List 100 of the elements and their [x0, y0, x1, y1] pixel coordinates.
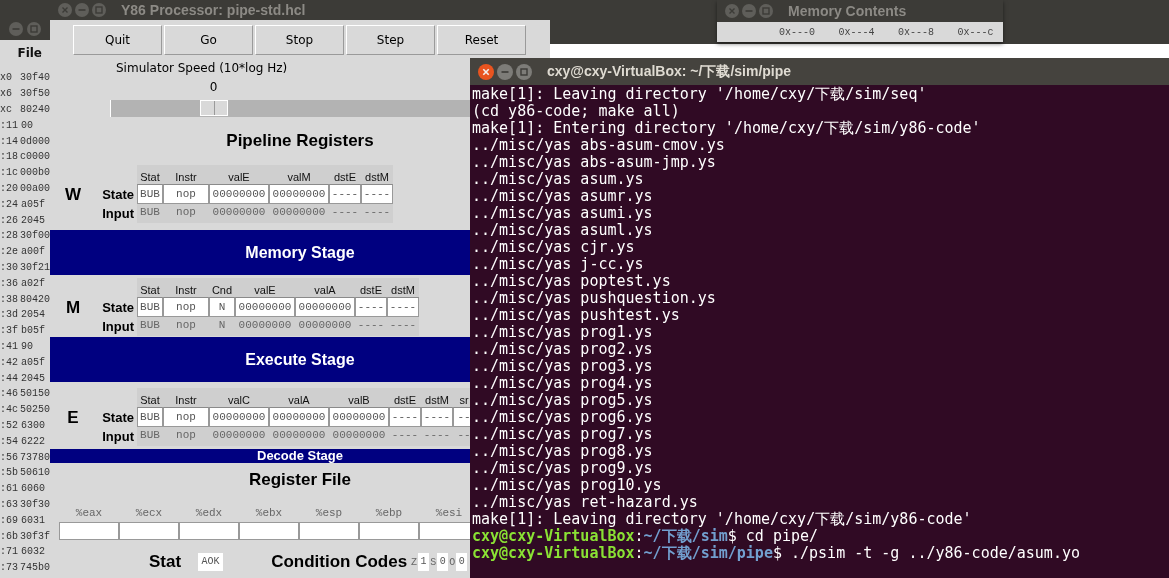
column-header: dstM: [364, 170, 390, 184]
terminal-line: ../misc/yas pushtest.ys: [472, 307, 681, 324]
column-header: dstE: [393, 393, 417, 407]
slider-track[interactable]: [110, 100, 470, 117]
row-label: State: [102, 409, 134, 427]
code-address: :28: [0, 230, 19, 242]
command-text: $ cd pipe/: [727, 527, 819, 545]
register-cell: 00000000: [329, 407, 389, 427]
code-bytes: 00: [21, 119, 33, 131]
control-button[interactable]: Go: [164, 25, 253, 55]
code-bytes: 80240: [20, 104, 50, 115]
code-address: :73: [0, 562, 19, 574]
code-address: :18: [0, 151, 19, 163]
register-name: %edx: [194, 506, 224, 520]
terminal-line: ../misc/yas prog7.ys: [472, 426, 654, 443]
input-value: ----: [422, 428, 452, 443]
column-header: dstE: [359, 283, 383, 297]
stage-letter: E: [66, 407, 80, 428]
code-bytes: 30f3f: [20, 530, 50, 542]
code-bytes: 30f21: [20, 261, 50, 273]
register-cell: 00000000: [269, 407, 329, 427]
register-cell: nop: [163, 297, 209, 317]
code-bytes: 50610: [20, 467, 50, 479]
code-address: :56: [0, 451, 19, 463]
register-field: [179, 522, 239, 540]
terminal-line: ../misc/yas prog5.ys: [472, 392, 654, 409]
close-icon[interactable]: [478, 63, 494, 80]
code-bytes: 6222: [21, 435, 45, 447]
code-address: :5b: [0, 467, 19, 479]
terminal-line: ../misc/yas abs-asum-cmov.ys: [472, 137, 726, 154]
input-value: nop: [175, 318, 197, 333]
code-bytes: a05f: [21, 198, 45, 210]
code-address: x6: [0, 88, 13, 100]
register-cell: ----: [329, 184, 361, 204]
window-title: Y86 Processor: pipe-std.hcl: [121, 2, 306, 18]
minimize-icon[interactable]: [9, 22, 23, 36]
stat-value: AOK: [198, 553, 224, 571]
terminal-line: make[1]: Leaving directory '/home/cxy/下载/sim/y86-code': [472, 511, 973, 528]
code-address: :24: [0, 198, 19, 210]
register-field: [59, 522, 119, 540]
slider-value: 0: [209, 79, 218, 95]
register-name: %ebp: [374, 506, 404, 520]
control-button[interactable]: Reset: [437, 25, 526, 55]
register-cell: BUB: [137, 184, 163, 204]
code-bytes: a05f: [21, 356, 45, 368]
register-name: %eax: [74, 506, 104, 520]
terminal-line: make[1]: Entering directory '/home/cxy/下载/sim/y86-code': [472, 120, 982, 137]
minimize-icon[interactable]: [742, 4, 756, 18]
code-address: :6b: [0, 530, 19, 542]
control-button[interactable]: Quit: [73, 25, 162, 55]
maximize-icon[interactable]: [759, 4, 773, 18]
column-header: Cnd: [210, 283, 234, 297]
code-bytes: 50150: [20, 388, 50, 400]
code-bytes: b05f: [21, 325, 45, 337]
code-address: :36: [0, 277, 19, 289]
code-address: :3d: [0, 309, 19, 321]
column-header: valC: [227, 393, 251, 407]
terminal-line: ../misc/yas asum.ys: [472, 171, 645, 188]
stage-letter: W: [63, 184, 82, 205]
register-name: %esi: [434, 506, 464, 520]
prompt-path: ~/下载/sim/pipe: [643, 544, 773, 562]
flag-label: O: [449, 556, 456, 568]
code-address: :52: [0, 419, 19, 431]
register-cell: N: [209, 297, 235, 317]
maximize-icon[interactable]: [27, 22, 41, 36]
code-address: :38: [0, 293, 19, 305]
code-bytes: 30f50: [20, 88, 50, 100]
code-bytes: 30f40: [20, 72, 50, 84]
window-title: cxy@cxy-VirtualBox: ~/下载/sim/pipe: [547, 62, 792, 81]
slider-thumb[interactable]: [200, 100, 229, 116]
minimize-icon[interactable]: [75, 3, 89, 17]
code-address: xc: [0, 104, 13, 115]
row-label: State: [102, 186, 134, 204]
input-value: 00000000: [331, 428, 387, 443]
section-heading: Register File: [248, 470, 351, 490]
stage-letter: M: [64, 297, 82, 318]
code-bytes: 00a00: [20, 182, 50, 194]
section-heading: Pipeline Registers: [226, 131, 374, 151]
terminal-line: ../misc/yas pushquestion.ys: [472, 290, 717, 307]
column-header: 0x---c: [957, 26, 995, 38]
terminal-line: ../misc/yas poptest.ys: [472, 273, 672, 290]
register-cell: 00000000: [269, 184, 329, 204]
code-address: :42: [0, 356, 19, 368]
terminal-line: make[1]: Leaving directory '/home/cxy/下载/sim/seq': [472, 86, 928, 103]
control-button[interactable]: Step: [346, 25, 435, 55]
maximize-icon[interactable]: [516, 63, 532, 80]
menu-item[interactable]: File: [17, 46, 42, 60]
input-value: BUB: [139, 428, 161, 443]
maximize-icon[interactable]: [92, 3, 106, 17]
flag-label: Z: [411, 556, 418, 568]
terminal-line: ../misc/yas asumr.ys: [472, 188, 654, 205]
terminal-line: (cd y86-code; make all): [472, 103, 681, 120]
register-name: %esp: [314, 506, 344, 520]
flag-value: 0: [456, 553, 468, 571]
code-bytes: 6060: [21, 483, 45, 495]
column-header: dstE: [333, 170, 357, 184]
register-name: %ebx: [254, 506, 284, 520]
prompt-separator: :: [634, 527, 644, 545]
flag-value: 0: [437, 553, 449, 571]
control-button[interactable]: Stop: [255, 25, 344, 55]
